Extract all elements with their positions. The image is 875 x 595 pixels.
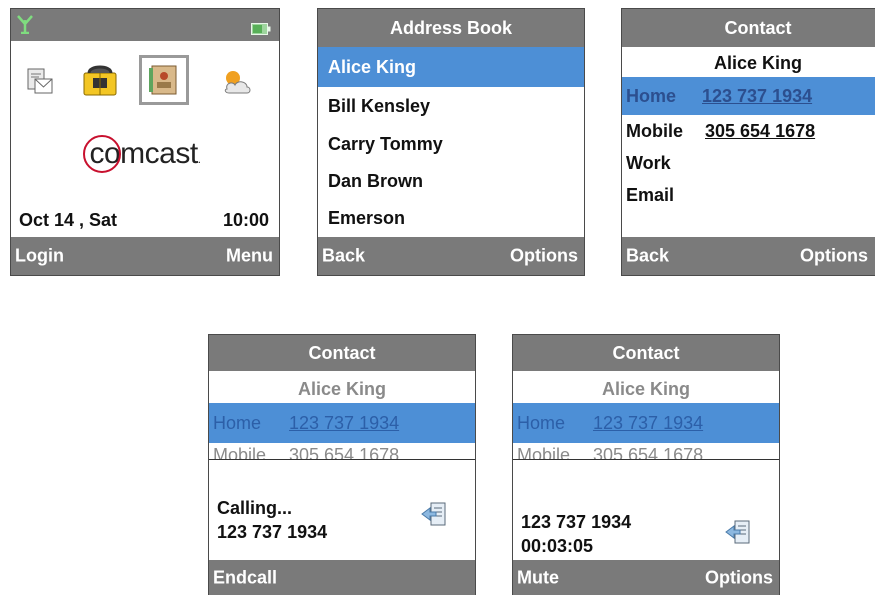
call-status: Calling... <box>217 498 293 518</box>
contact-name: Alice King <box>297 379 386 399</box>
options-softkey[interactable]: Options <box>800 246 868 267</box>
mute-softkey[interactable]: Mute <box>517 567 559 588</box>
home-label: Home <box>626 86 677 106</box>
title-text: Contact <box>724 18 792 38</box>
email-label[interactable]: Email <box>626 185 674 206</box>
home-screen: comcast. Oct 14 , Sat 10:00 Login Menu <box>10 8 280 276</box>
home-number-link[interactable]: 123 737 1934 <box>289 413 399 434</box>
screen-title: Contact <box>513 335 779 371</box>
home-row[interactable]: Home 123 737 1934 <box>622 77 875 115</box>
back-softkey[interactable]: Back <box>626 246 669 267</box>
in-call-screen: Contact Alice King Home 123 737 1934 Mob… <box>512 334 780 595</box>
comcast-logo: comcast. <box>11 135 279 173</box>
address-book-screen: Address Book Alice King Bill Kensley Car… <box>317 8 585 276</box>
options-softkey[interactable]: Options <box>510 246 578 267</box>
endcall-softkey[interactable]: Endcall <box>213 567 277 588</box>
calling-screen: Contact Alice King Home 123 737 1934 Mob… <box>208 334 476 595</box>
options-softkey[interactable]: Options <box>705 567 773 588</box>
softkey-bar: Back Options <box>622 237 875 275</box>
status-bar <box>11 9 279 41</box>
home-label: Home <box>517 413 566 433</box>
list-item[interactable]: Bill Kensley <box>318 87 584 125</box>
call-transfer-icon[interactable] <box>723 518 753 553</box>
home-row[interactable]: Home 123 737 1934 <box>209 403 475 443</box>
softkey-bar: Back Options <box>318 237 584 275</box>
login-softkey[interactable]: Login <box>15 246 64 267</box>
softkey-bar: Mute Options <box>513 560 779 595</box>
contacts-icon-selected[interactable] <box>139 55 189 105</box>
call-number: 123 737 1934 <box>217 522 328 542</box>
mail-icon[interactable] <box>25 67 55 102</box>
softkey-bar: Login Menu <box>11 237 279 275</box>
home-number-link[interactable]: 123 737 1934 <box>702 86 812 107</box>
in-call-dialog: 123 737 1934 00:03:05 <box>513 459 779 562</box>
time-text: 10:00 <box>222 210 269 230</box>
list-item[interactable]: Dan Brown <box>318 162 584 200</box>
list-item[interactable]: Emerson <box>318 199 584 237</box>
list-item[interactable]: Alice King <box>318 47 584 87</box>
screen-title: Contact <box>209 335 475 371</box>
softkey-bar: Endcall <box>209 560 475 595</box>
screen-title: Contact <box>622 9 875 47</box>
weather-icon[interactable] <box>219 67 255 100</box>
home-row[interactable]: Home 123 737 1934 <box>513 403 779 443</box>
home-number-link[interactable]: 123 737 1934 <box>593 413 703 434</box>
screen-title: Address Book <box>318 9 584 47</box>
menu-softkey[interactable]: Menu <box>226 246 273 267</box>
mobile-number-link[interactable]: 305 654 1678 <box>705 121 815 142</box>
mobile-number-link: 305 654 1678 <box>289 445 400 459</box>
contact-name: Alice King <box>713 53 802 73</box>
date-text: Oct 14 , Sat <box>19 210 118 230</box>
call-number: 123 737 1934 <box>521 512 632 532</box>
contact-name: Alice King <box>601 379 690 399</box>
mobile-label: Mobile <box>213 445 267 459</box>
call-transfer-icon[interactable] <box>419 500 449 535</box>
contact-screen: Contact Alice King Home 123 737 1934 Mob… <box>621 8 875 276</box>
mobile-row: Mobile 305 654 1678 <box>513 445 779 459</box>
mobile-row: Mobile 305 654 1678 <box>209 445 475 459</box>
battery-icon <box>251 19 271 40</box>
calling-dialog: Calling... 123 737 1934 <box>209 459 475 562</box>
back-softkey[interactable]: Back <box>322 246 365 267</box>
home-label: Home <box>213 413 262 433</box>
list-item[interactable]: Carry Tommy <box>318 125 584 163</box>
phone-book-icon[interactable] <box>81 61 119 104</box>
mobile-row[interactable]: Mobile 305 654 1678 <box>622 119 875 149</box>
mobile-label: Mobile <box>626 121 683 141</box>
mobile-number-link: 305 654 1678 <box>593 445 704 459</box>
work-label[interactable]: Work <box>626 153 671 174</box>
signal-icon <box>15 14 35 39</box>
mobile-label: Mobile <box>517 445 571 459</box>
call-duration: 00:03:05 <box>521 536 594 556</box>
